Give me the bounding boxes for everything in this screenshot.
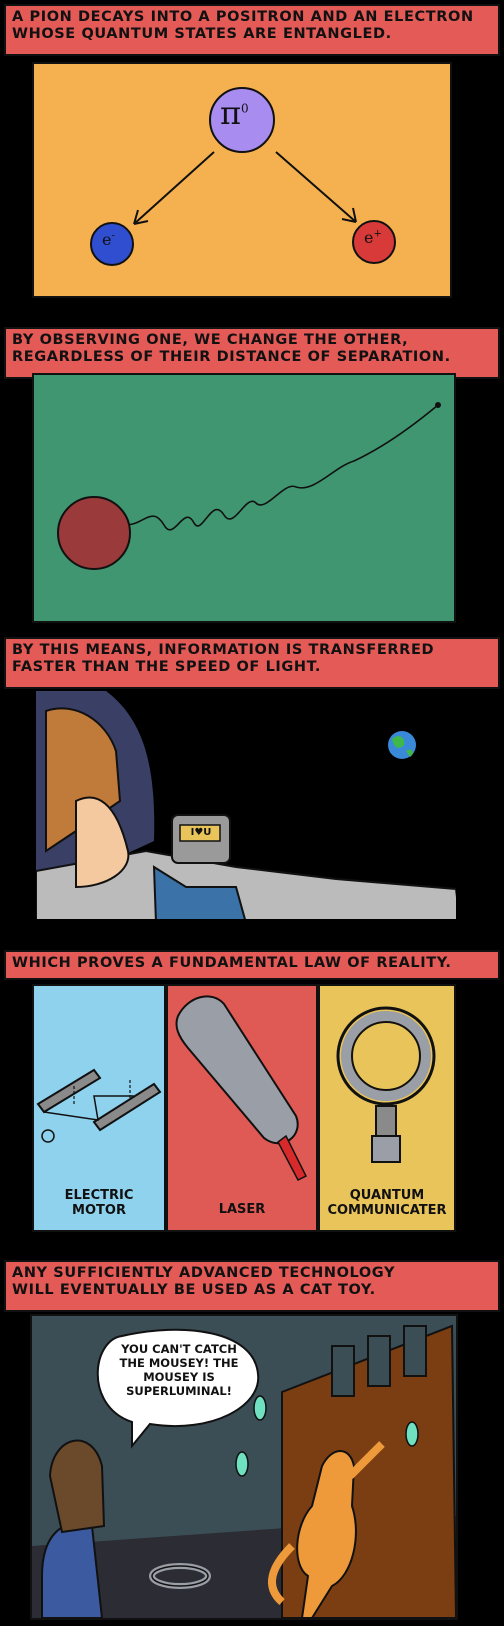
cat-scene: You can't catch the mousey! The mousey i… — [30, 1314, 458, 1620]
panel-4: Which proves a fundamental law of realit… — [0, 938, 504, 1242]
caption-line: Any sufficiently advanced technology — [12, 1265, 396, 1281]
caption-line: regardless of their distance of separati… — [12, 349, 451, 365]
caption-line: whose quantum states are entangled. — [12, 26, 392, 42]
observation-scene — [32, 373, 456, 623]
positron-label: e+ — [364, 228, 382, 247]
caption-line: By observing one, we change the other, — [12, 332, 409, 348]
caption-line: A pion decays into a positron and an ele… — [12, 9, 474, 25]
panel-5: Any sufficiently advanced technology wil… — [0, 1242, 504, 1626]
speech-text: You can't catch the mousey! The mousey i… — [119, 1342, 239, 1398]
motor-panel: Electric motor — [32, 984, 166, 1232]
electron-label: e- — [102, 230, 115, 249]
observed-particle — [57, 496, 131, 570]
caption-line: will eventually be used as a cat toy. — [12, 1282, 376, 1298]
pion-decay-scene: π0 e- e+ — [32, 62, 452, 298]
pion-label: π0 — [220, 94, 249, 132]
space-scene: I♥U — [34, 689, 458, 921]
quantum-panel: Quantum communicater — [318, 984, 456, 1232]
mouse-toy — [253, 1395, 267, 1421]
caption-2: By observing one, we change the other, r… — [4, 327, 500, 379]
caption-line: By this means, information is transferre… — [12, 642, 435, 658]
device-screen-text: I♥U — [190, 827, 212, 838]
panel-3: By this means, information is transferre… — [0, 633, 504, 938]
caption-1: A pion decays into a positron and an ele… — [4, 4, 500, 56]
caption-line: faster than the speed of light. — [12, 659, 322, 675]
quantum-label: Quantum communicater — [327, 1188, 447, 1218]
caption-4: Which proves a fundamental law of realit… — [4, 950, 500, 980]
panel-1: A pion decays into a positron and an ele… — [0, 0, 504, 323]
motor-label: Electric motor — [64, 1188, 134, 1218]
caption-line: Which proves a fundamental law of realit… — [12, 955, 452, 971]
laser-label: Laser — [218, 1202, 266, 1217]
caption-5: Any sufficiently advanced technology wil… — [4, 1260, 500, 1312]
pion-superscript: 0 — [241, 101, 249, 116]
mouse-toy — [405, 1421, 419, 1447]
laser-panel: Laser — [166, 984, 318, 1232]
panel-2: By observing one, we change the other, r… — [0, 323, 504, 633]
caption-3: By this means, information is transferre… — [4, 637, 500, 689]
mouse-toy — [235, 1451, 249, 1477]
